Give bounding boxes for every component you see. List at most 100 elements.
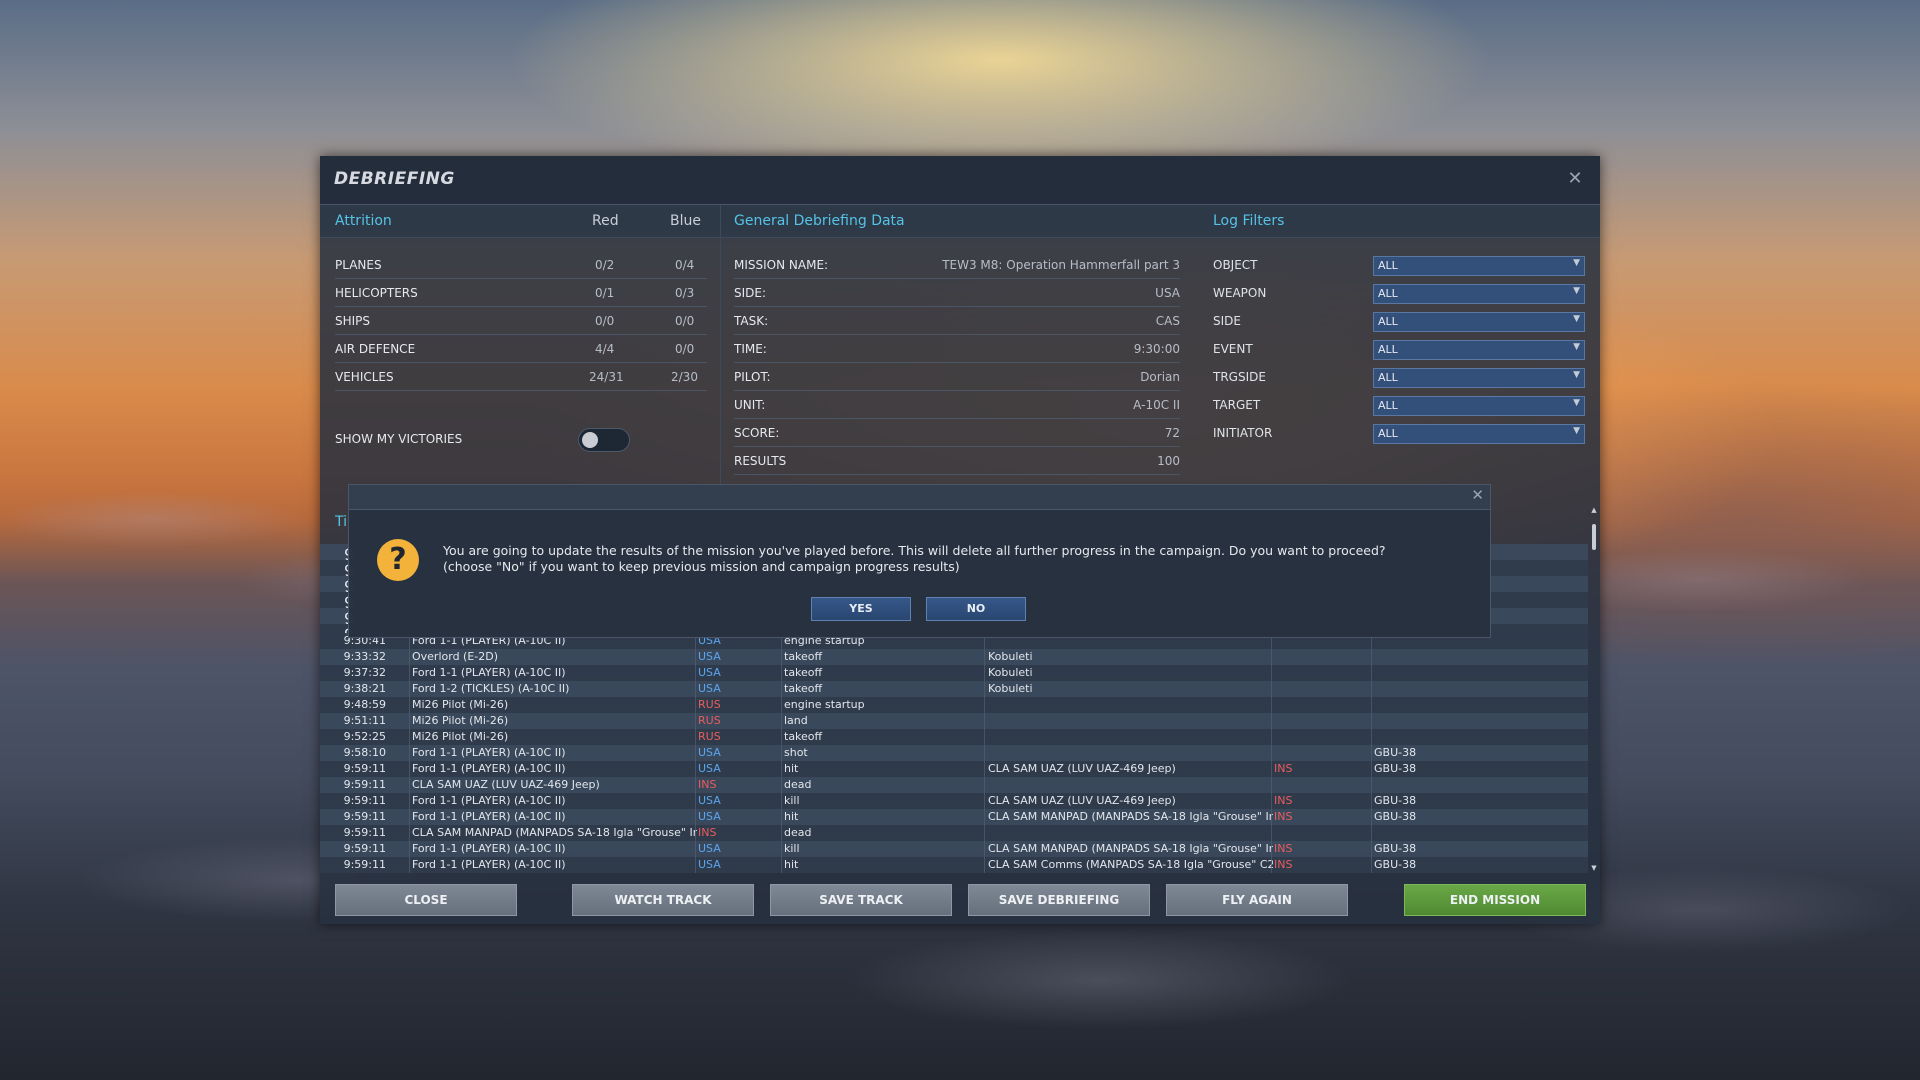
table-row[interactable]: 9:59:11 Ford 1-1 (PLAYER) (A-10C II) USA…	[320, 841, 1588, 857]
filters-panel: OBJECT ALL ▼ WEAPON ALL ▼ SIDE ALL ▼ EVENT …	[1213, 250, 1588, 450]
modal-message: You are going to update the results of t…	[443, 543, 1386, 575]
filters-title: Log Filters	[1213, 213, 1285, 229]
log-event: land	[784, 714, 808, 727]
attrition-label: VEHICLES	[335, 370, 394, 384]
yes-button[interactable]: YES	[811, 597, 911, 621]
log-initiator: Ford 1-1 (PLAYER) (A-10C II)	[412, 746, 566, 759]
general-row: SIDE: USA	[734, 278, 1180, 307]
table-row[interactable]: 9:58:10 Ford 1-1 (PLAYER) (A-10C II) USA…	[320, 745, 1588, 761]
table-row[interactable]: 9:51:11 Mi26 Pilot (Mi-26) RUS land	[320, 713, 1588, 729]
table-row[interactable]: 9:59:11 Ford 1-1 (PLAYER) (A-10C II) USA…	[320, 857, 1588, 873]
log-side: USA	[698, 842, 721, 855]
filter-weapon-select[interactable]: ALL ▼	[1373, 284, 1585, 304]
attrition-row-air-defence: AIR DEFENCE 4/4 0/0	[335, 334, 707, 363]
table-row[interactable]: 9:59:11 Ford 1-1 (PLAYER) (A-10C II) USA…	[320, 809, 1588, 825]
general-row: TASK: CAS	[734, 306, 1180, 335]
dialog-title: DEBRIEFING	[334, 169, 455, 189]
toggle-knob	[582, 432, 598, 448]
table-row[interactable]: 9:37:32 Ford 1-1 (PLAYER) (A-10C II) USA…	[320, 665, 1588, 681]
attrition-red-value: 0/1	[595, 286, 615, 300]
log-initiator: Mi26 Pilot (Mi-26)	[412, 698, 509, 711]
fly-again-button[interactable]: FLY AGAIN	[1166, 884, 1348, 916]
filter-trgside-select[interactable]: ALL ▼	[1373, 368, 1585, 388]
table-row[interactable]: 9:59:11 CLA SAM MANPAD (MANPADS SA-18 Ig…	[320, 825, 1588, 841]
log-scrollbar[interactable]: ▲ ▼	[1590, 506, 1598, 876]
dialog-close-icon[interactable]: ✕	[1564, 168, 1586, 190]
table-row[interactable]: 9:59:11 Ford 1-1 (PLAYER) (A-10C II) USA…	[320, 761, 1588, 777]
log-time: 9:59:11	[343, 858, 386, 871]
log-event: kill	[784, 794, 800, 807]
general-row: MISSION NAME: TEW3 M8: Operation Hammerf…	[734, 250, 1180, 279]
select-value: ALL	[1378, 315, 1398, 328]
chevron-down-icon: ▼	[1573, 286, 1580, 296]
table-row[interactable]: 9:52:25 Mi26 Pilot (Mi-26) RUS takeoff	[320, 729, 1588, 745]
table-row[interactable]: 9:33:32 Overlord (E-2D) USA takeoff Kobu…	[320, 649, 1588, 665]
modal-close-icon[interactable]: ✕	[1471, 486, 1484, 504]
table-row[interactable]: 9:48:59 Mi26 Pilot (Mi-26) RUS engine st…	[320, 697, 1588, 713]
log-time: 9:59:11	[343, 826, 386, 839]
log-time: 9:51:11	[343, 714, 386, 727]
log-target-side: INS	[1274, 762, 1293, 775]
table-row[interactable]: 9:59:11 CLA SAM UAZ (LUV UAZ-469 Jeep) I…	[320, 777, 1588, 793]
log-side: INS	[698, 778, 717, 791]
table-row[interactable]: 9:59:11 Ford 1-1 (PLAYER) (A-10C II) USA…	[320, 793, 1588, 809]
end-mission-button[interactable]: END MISSION	[1404, 884, 1586, 916]
chevron-down-icon: ▼	[1573, 426, 1580, 436]
log-event: hit	[784, 762, 799, 775]
chevron-down-icon: ▼	[1573, 370, 1580, 380]
general-row: UNIT: A-10C II	[734, 390, 1180, 419]
log-event: kill	[784, 842, 800, 855]
log-target-side: INS	[1274, 810, 1293, 823]
dialog-titlebar: DEBRIEFING ✕	[320, 156, 1600, 205]
filter-side-select[interactable]: ALL ▼	[1373, 312, 1585, 332]
log-time: 9:48:59	[343, 698, 386, 711]
attrition-red-value: 0/2	[595, 258, 615, 272]
scroll-thumb[interactable]	[1592, 524, 1596, 550]
table-row[interactable]: 9:38:21 Ford 1-2 (TICKLES) (A-10C II) US…	[320, 681, 1588, 697]
close-button[interactable]: CLOSE	[335, 884, 517, 916]
general-header: General Debriefing Data	[721, 205, 1200, 238]
show-victories-toggle[interactable]	[578, 428, 630, 452]
log-weapon: GBU-38	[1374, 842, 1417, 855]
filter-object-select[interactable]: ALL ▼	[1373, 256, 1585, 276]
log-initiator: Ford 1-2 (TICKLES) (A-10C II)	[412, 682, 570, 695]
log-side: USA	[698, 682, 721, 695]
select-value: ALL	[1378, 287, 1398, 300]
attrition-red-value: 24/31	[589, 370, 624, 384]
log-time: 9:33:32	[343, 650, 386, 663]
column-divider	[781, 633, 782, 873]
log-initiator: CLA SAM MANPAD (MANPADS SA-18 Igla "Grou…	[412, 826, 697, 839]
scroll-up-icon[interactable]: ▲	[1590, 506, 1598, 514]
log-side: RUS	[698, 714, 721, 727]
chevron-down-icon: ▼	[1573, 258, 1580, 268]
filter-label: SIDE	[1213, 314, 1241, 328]
log-target: CLA SAM UAZ (LUV UAZ-469 Jeep)	[988, 794, 1176, 807]
attrition-row-vehicles: VEHICLES 24/31 2/30	[335, 362, 707, 391]
log-time: 9:59:11	[343, 810, 386, 823]
log-event: takeoff	[784, 682, 823, 695]
log-target: CLA SAM Comms (MANPADS SA-18 Igla "Grous…	[988, 858, 1273, 871]
filter-event-select[interactable]: ALL ▼	[1373, 340, 1585, 360]
filter-label: INITIATOR	[1213, 426, 1273, 440]
log-initiator: Ford 1-1 (PLAYER) (A-10C II)	[412, 794, 566, 807]
log-event: takeoff	[784, 650, 823, 663]
log-event: takeoff	[784, 730, 823, 743]
general-label: TASK:	[734, 314, 769, 328]
log-weapon: GBU-38	[1374, 746, 1417, 759]
log-initiator: Ford 1-1 (PLAYER) (A-10C II)	[412, 666, 566, 679]
select-value: ALL	[1378, 343, 1398, 356]
no-button[interactable]: NO	[926, 597, 1026, 621]
filter-target-select[interactable]: ALL ▼	[1373, 396, 1585, 416]
scroll-down-icon[interactable]: ▼	[1590, 864, 1598, 872]
save-track-button[interactable]: SAVE TRACK	[770, 884, 952, 916]
save-debriefing-button[interactable]: SAVE DEBRIEFING	[968, 884, 1150, 916]
log-time: 9:59:11	[343, 794, 386, 807]
general-value: 100	[1157, 454, 1180, 468]
general-value: CAS	[1155, 314, 1180, 328]
section-divider	[720, 205, 721, 505]
general-label: PILOT:	[734, 370, 771, 384]
attrition-blue-value: 0/4	[675, 258, 695, 272]
filter-initiator-select[interactable]: ALL ▼	[1373, 424, 1585, 444]
select-value: ALL	[1378, 259, 1398, 272]
watch-track-button[interactable]: WATCH TRACK	[572, 884, 754, 916]
